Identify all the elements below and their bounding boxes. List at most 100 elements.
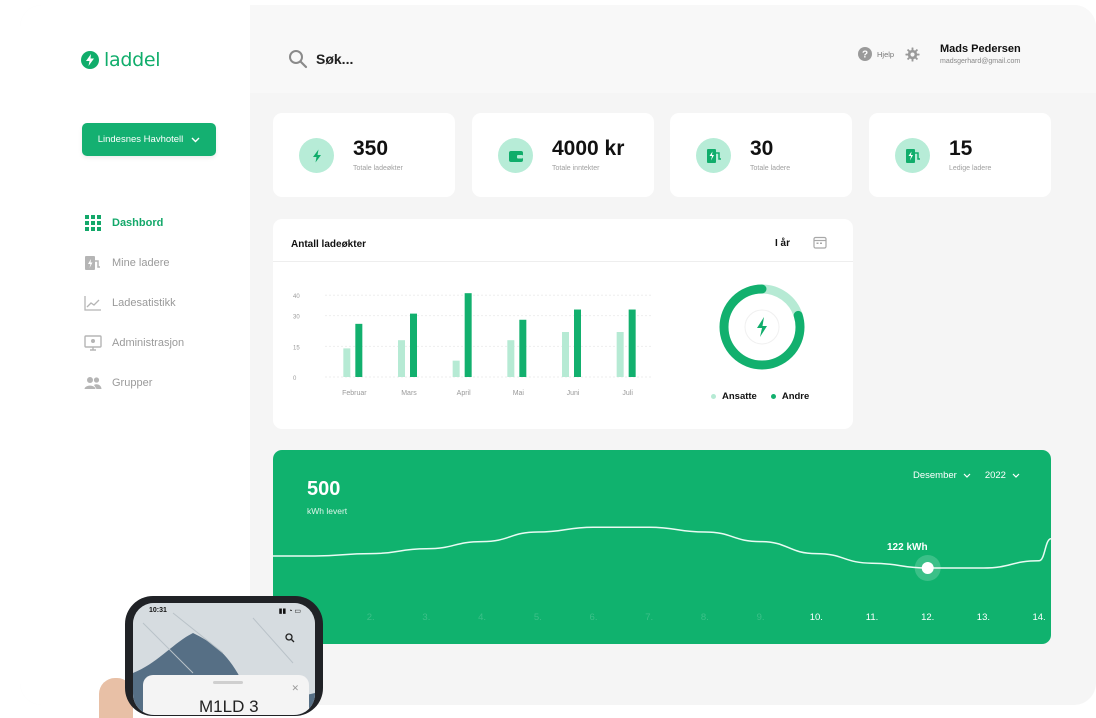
bar-andre	[628, 309, 636, 377]
x-tick-label: 13.	[977, 612, 990, 623]
x-tick-label: 12.	[921, 612, 934, 623]
charger-icon	[85, 256, 100, 270]
search-icon[interactable]	[285, 633, 295, 643]
sidebar-item-label: Mine ladere	[112, 257, 170, 269]
energy-total: 500	[307, 478, 341, 500]
chart-line-icon	[84, 296, 101, 311]
bar-andre	[410, 313, 417, 377]
year-value: 2022	[984, 470, 1006, 481]
charger-icon	[895, 138, 930, 173]
laddel-logo[interactable]: laddel	[80, 49, 161, 71]
bar-andre	[519, 319, 527, 377]
wallet-icon	[498, 138, 533, 173]
stat-card-income: 4000 kr Totale inntekter	[472, 113, 654, 197]
top-bar: Søk... ? Hjelp Mads Pedersen madsgerhard…	[250, 5, 1096, 93]
x-tick-label: 10.	[810, 612, 823, 623]
x-tick-label: Juni	[567, 390, 580, 397]
x-tick-label: Februar	[342, 390, 367, 397]
sidebar-item-label: Grupper	[112, 377, 153, 389]
year-select[interactable]: 2022	[985, 470, 1020, 481]
x-tick-label: 4.	[478, 612, 486, 623]
energy-delivered-card: 1.2.3.4.5.6.7.8.9.10.11.12.13.14. 500 kW…	[273, 450, 1051, 644]
calendar-icon[interactable]	[813, 236, 827, 249]
x-tick-label: 2.	[367, 612, 375, 623]
y-tick-label: 15	[293, 345, 300, 351]
sessions-chart-card: Antall ladeøkter I år 0 15 30 40 Februar Mars…	[273, 219, 853, 429]
sidebar-item-label: Administrasjon	[112, 337, 185, 349]
bar-ansatte	[452, 360, 460, 377]
sidebar-item-ladesatistikk[interactable]: Ladesatistikk	[84, 293, 184, 313]
x-tick-label: Juli	[622, 390, 633, 397]
users-icon	[84, 377, 102, 389]
chevron-down-icon	[963, 473, 971, 478]
legend-label: Andre	[781, 391, 810, 402]
user-profile[interactable]: Mads Pedersen madsgerhard@gmail.com	[940, 43, 1021, 65]
grid-icon	[85, 215, 101, 231]
chart-title: Antall ladeøkter	[291, 239, 367, 250]
sidebar-item-label: Ladesatistikk	[112, 297, 176, 309]
sidebar-item-administrasjon[interactable]: Administrasjon	[84, 333, 184, 353]
y-tick-label: 40	[293, 294, 300, 300]
chevron-down-icon	[191, 137, 200, 142]
highlight-point	[921, 562, 934, 574]
legend-item-andre: Andre	[770, 391, 810, 402]
x-tick-label: 6.	[590, 612, 598, 623]
brand-name: laddel	[104, 49, 161, 71]
sessions-donut-chart	[719, 284, 805, 370]
help-link[interactable]: ? Hjelp	[858, 47, 894, 61]
month-select[interactable]: Desember	[913, 470, 971, 481]
x-tick-label: 3.	[422, 612, 430, 623]
user-name: Mads Pedersen	[940, 43, 1021, 55]
divider	[273, 261, 853, 262]
search-bar[interactable]: Søk...	[288, 49, 353, 69]
svg-text:?: ?	[862, 50, 868, 61]
period-selector[interactable]: I år	[775, 238, 790, 249]
monitor-icon	[84, 335, 102, 351]
search-icon	[289, 50, 308, 69]
x-tick-label: April	[457, 390, 471, 397]
stat-value: 350	[353, 137, 389, 160]
sidebar-item-grupper[interactable]: Grupper	[84, 373, 184, 393]
sidebar-item-mine-ladere[interactable]: Mine ladere	[84, 253, 184, 273]
help-label: Hjelp	[877, 49, 895, 59]
legend-label: Ansatte	[722, 391, 757, 402]
charger-sheet[interactable]: ✕ M1LD 3	[143, 675, 309, 715]
x-tick-label: 7.	[645, 612, 653, 623]
sessions-bar-chart: 0 15 30 40 Februar Mars April Mai Juni Juli	[293, 293, 653, 397]
sidebar-item-label: Dashbord	[112, 217, 164, 229]
bar-ansatte	[616, 332, 624, 377]
x-tick-label: 8.	[701, 612, 709, 623]
status-time: 10:31	[149, 607, 167, 614]
site-selector-label: Lindesnes Havhotell	[97, 134, 184, 145]
x-tick-label: 9.	[757, 612, 765, 623]
sidebar-nav: Dashbord Mine ladere Ladesatistikk Admin…	[84, 213, 184, 413]
month-value: Desember	[913, 470, 957, 481]
close-icon[interactable]: ✕	[291, 683, 299, 694]
stat-value: 15	[949, 137, 973, 160]
donut-legend: Ansatte Andre	[711, 391, 809, 402]
gear-icon[interactable]	[905, 47, 920, 62]
stat-label: Ledige ladere	[949, 165, 992, 172]
sidebar-item-dashbord[interactable]: Dashbord	[84, 213, 184, 233]
stat-card-available: 15 Ledige ladere	[869, 113, 1051, 197]
x-tick-label: 5.	[534, 612, 542, 623]
site-selector[interactable]: Lindesnes Havhotell	[82, 123, 216, 156]
x-tick-label: 14.	[1032, 612, 1045, 623]
y-tick-label: 0	[293, 376, 297, 382]
highlight-callout: 122 kWh	[887, 542, 928, 553]
sheet-handle[interactable]	[213, 681, 243, 684]
stat-card-sessions: 350 Totale ladeøkter	[273, 113, 455, 197]
energy-filters: Desember 2022	[913, 470, 1020, 481]
y-tick-label: 30	[293, 315, 300, 321]
bar-ansatte	[398, 340, 405, 377]
search-input[interactable]: Søk...	[316, 51, 353, 67]
stat-card-chargers: 30 Totale ladere	[670, 113, 852, 197]
stat-label: Totale ladeøkter	[353, 165, 403, 172]
stat-label: Totale inntekter	[552, 165, 600, 172]
user-email: madsgerhard@gmail.com	[940, 58, 1021, 65]
charger-icon	[696, 138, 731, 173]
bar-ansatte	[507, 340, 515, 377]
signal-battery-icon: ▮▮ ◔ ▭	[278, 608, 301, 615]
legend-item-ansatte: Ansatte	[711, 391, 757, 402]
phone-mockup: 10:31 ▮▮ ◔ ▭ ✕ M1LD 3	[125, 596, 323, 716]
